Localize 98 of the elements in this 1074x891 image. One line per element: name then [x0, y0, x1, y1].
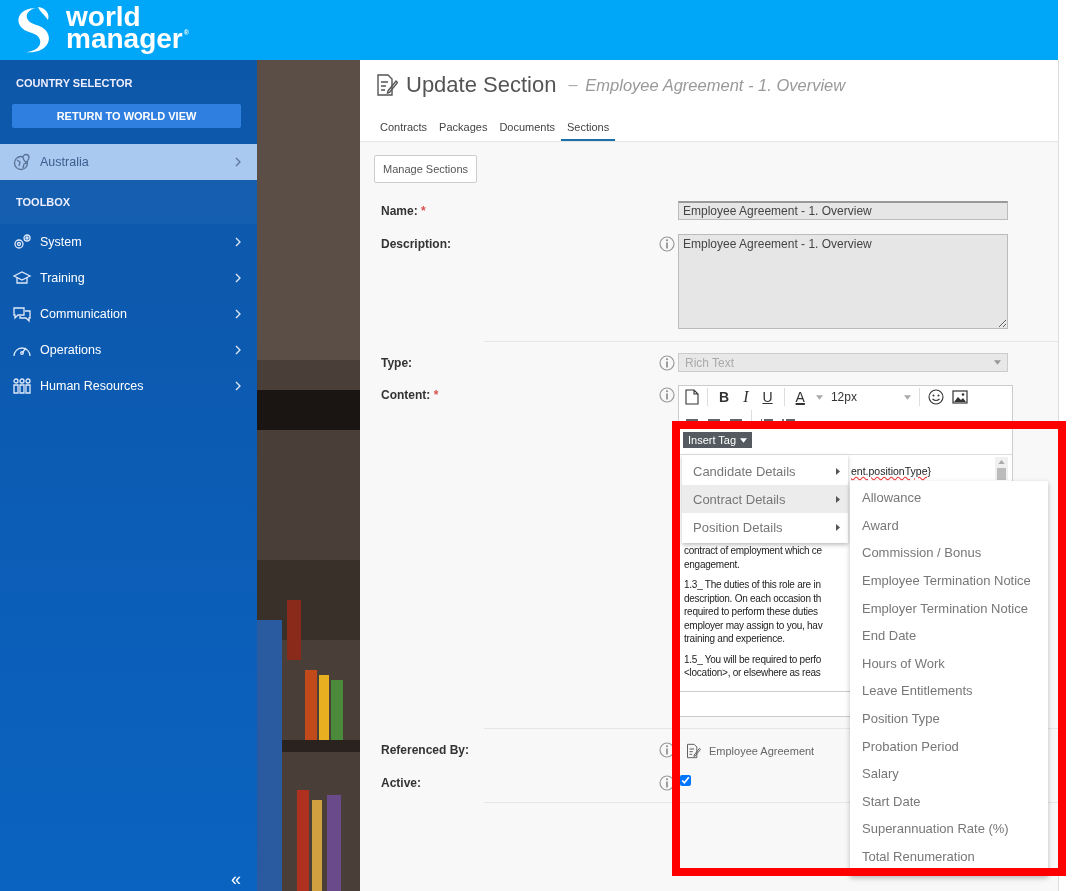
menu-label: System: [40, 235, 83, 249]
graduation-cap-icon: [12, 269, 32, 287]
menu-item[interactable]: Employee Termination Notice: [850, 566, 1048, 595]
editor-text: engagement.: [684, 557, 740, 571]
title-separator: –: [568, 76, 578, 94]
collapse-button[interactable]: «: [231, 869, 241, 889]
people-icon: [12, 377, 32, 395]
chevron-icon: [235, 381, 241, 391]
menu-item[interactable]: Position Details: [682, 513, 848, 541]
field-label: Content: *: [380, 387, 440, 404]
caret-icon[interactable]: [994, 360, 1001, 365]
tab[interactable]: Packages: [433, 114, 494, 141]
menu-item[interactable]: Operations: [0, 332, 257, 368]
page-subtitle: Employee Agreement - 1. Overview: [585, 75, 846, 95]
chevron-icon: [235, 237, 241, 247]
tab[interactable]: Contracts: [374, 114, 434, 141]
menu-item[interactable]: Total Renumeration: [850, 842, 1048, 871]
menu-item[interactable]: Employer Termination Notice: [850, 594, 1048, 622]
menu-item[interactable]: Commission / Bonus: [850, 539, 1048, 567]
menu-item[interactable]: Training: [0, 260, 257, 296]
field-label: Description:: [380, 236, 452, 253]
menu-item[interactable]: Allowance: [850, 484, 1048, 512]
format-button[interactable]: I: [740, 388, 752, 406]
description-field[interactable]: Employee Agreement - 1. Overview: [678, 234, 1008, 329]
tab[interactable]: Sections: [561, 114, 616, 141]
menu-item[interactable]: Superannuation Rate (%): [850, 815, 1048, 843]
menu-label: Communication: [40, 307, 128, 321]
name-field[interactable]: Employee Agreement - 1. Overview: [678, 201, 1008, 220]
menu-item[interactable]: System: [0, 224, 257, 260]
editor-text: required to perform these duties: [684, 605, 818, 619]
font-size-select[interactable]: 12px: [830, 390, 911, 404]
chevron-icon: [235, 309, 241, 319]
image-icon[interactable]: [951, 390, 968, 404]
chevron-icon: [235, 273, 241, 283]
editor-text: <location>, or elsewhere as reas: [684, 666, 821, 680]
scroll-up-icon[interactable]: [998, 460, 1005, 465]
insert-tag-button[interactable]: Insert Tag: [683, 432, 753, 448]
editor-text: description. On each occasion th: [684, 591, 822, 605]
editor-text: employer may assign to you, hav: [684, 618, 823, 632]
document-edit-icon: [686, 743, 701, 759]
field-label: Active:: [380, 775, 422, 791]
section-heading: COUNTRY SELECTOR: [15, 76, 134, 91]
menu-item[interactable]: Candidate Details: [682, 457, 848, 485]
manage-sections-button[interactable]: Manage Sections: [374, 155, 477, 183]
format-button[interactable]: B: [716, 389, 733, 405]
menu-item[interactable]: Salary: [850, 759, 1048, 788]
format-button[interactable]: U: [759, 389, 776, 405]
editor-text: contract of employment which ce: [684, 544, 822, 558]
info-icon[interactable]: [659, 355, 675, 371]
menu-item[interactable]: Hours of Work: [850, 649, 1048, 678]
info-icon[interactable]: [659, 775, 675, 791]
country-label: Australia: [40, 155, 90, 169]
menu-item[interactable]: Human Resources: [0, 368, 257, 404]
info-icon[interactable]: [659, 236, 675, 252]
active-checkbox[interactable]: [680, 775, 691, 786]
menu-item[interactable]: Position Type: [850, 704, 1048, 733]
logo-text: world: [66, 6, 142, 28]
menu-label: Human Resources: [40, 379, 145, 393]
info-icon[interactable]: [659, 387, 675, 403]
tab[interactable]: Documents: [493, 114, 562, 141]
editor-text: 1.5_ You will be required to perfo: [684, 652, 822, 666]
menu-item[interactable]: Award: [850, 511, 1048, 540]
submenu-arrow-icon: [836, 495, 840, 503]
globe-pin-icon: [12, 153, 32, 171]
menu-label: Operations: [40, 343, 103, 357]
reference-link[interactable]: Employee Agreement: [709, 745, 815, 757]
caret-icon[interactable]: [815, 394, 823, 400]
caret-icon: [740, 437, 748, 443]
field-label: Name: *: [380, 203, 427, 220]
document-edit-icon: [376, 73, 398, 97]
font-color-button[interactable]: A: [792, 389, 808, 405]
menu-label: Training: [40, 271, 86, 285]
scrollbar[interactable]: [995, 457, 1008, 480]
menu-item[interactable]: End Date: [850, 621, 1048, 650]
caret-icon[interactable]: [903, 394, 911, 400]
menu-item[interactable]: Contract Details: [682, 485, 848, 513]
smiley-icon[interactable]: [927, 389, 944, 405]
chat-bubbles-icon: [12, 305, 32, 323]
new-document-icon[interactable]: [685, 389, 699, 405]
return-button[interactable]: RETURN TO WORLD VIEW: [12, 104, 241, 128]
editor-text: 1.3_ The duties of this role are in: [684, 578, 821, 592]
menu-item[interactable]: Communication: [0, 296, 257, 332]
submenu-arrow-icon: [836, 523, 840, 531]
editor-text: ent.positionType}: [851, 465, 931, 477]
chevron-icon: [235, 157, 241, 167]
field-label: Referenced By:: [380, 742, 471, 759]
country-item[interactable]: Australia: [0, 144, 257, 180]
chevron-icon: [235, 345, 241, 355]
section-heading: TOOLBOX: [16, 196, 71, 208]
menu-item[interactable]: Probation Period: [850, 732, 1048, 760]
page-title: Update Section: [406, 72, 557, 98]
info-icon[interactable]: [659, 742, 675, 758]
editor-text: training and experience.: [684, 632, 785, 646]
menu-item[interactable]: Start Date: [850, 787, 1048, 816]
submenu-arrow-icon: [836, 467, 840, 475]
gears-icon: [12, 233, 32, 251]
field-label: Type:: [380, 355, 414, 372]
menu-item[interactable]: Leave Entitlements: [850, 677, 1048, 705]
